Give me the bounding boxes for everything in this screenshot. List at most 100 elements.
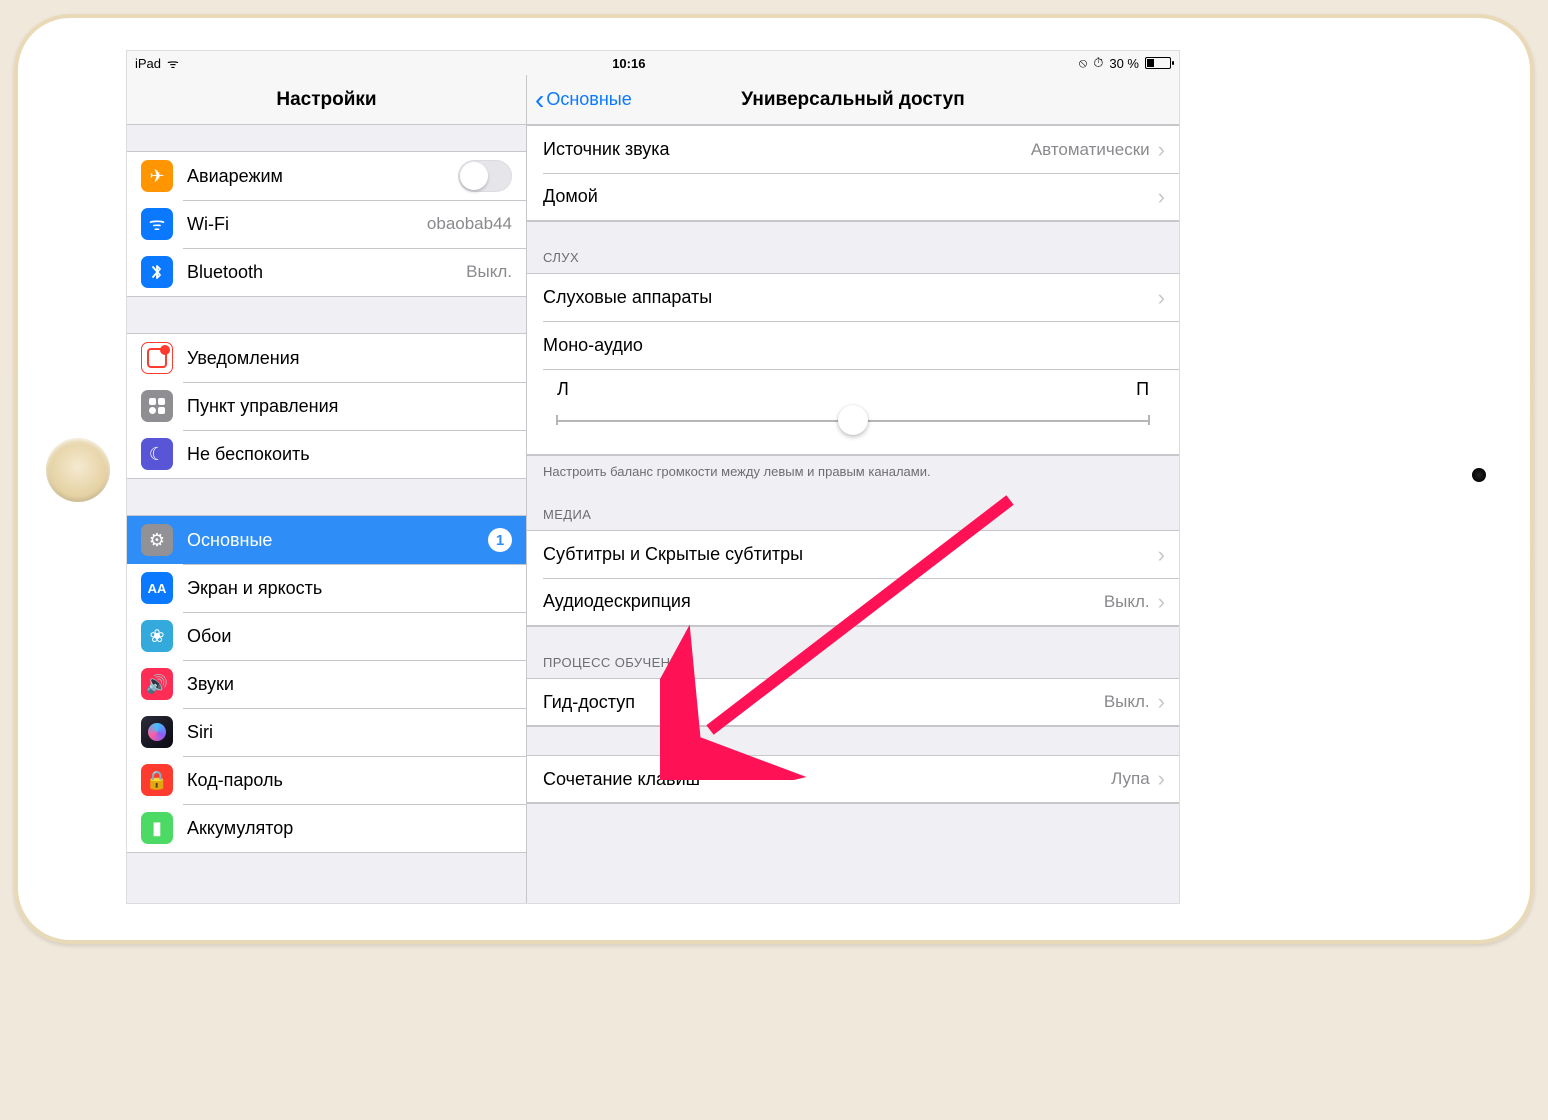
battery-icon: ▮ [141,812,173,844]
wallpaper-icon: ❀ [141,620,173,652]
passcode-icon: 🔒 [141,764,173,796]
sidebar-item-label: Авиарежим [187,166,458,187]
sidebar-item-label: Siri [187,722,512,743]
row-guided-access[interactable]: Гид-доступ Выкл. › [527,678,1179,726]
sidebar-item-код-пароль[interactable]: 🔒 Код-пароль [127,756,526,804]
airplane-icon: ✈ [141,160,173,192]
back-label: Основные [546,89,631,110]
row-value: Выкл. [1104,692,1150,712]
row-label: Аудиодескрипция [543,591,1104,612]
sidebar-item-label: Аккумулятор [187,818,512,839]
alarm-icon: ⏱ [1093,55,1103,71]
wifi-status-icon: ᯤ [167,54,179,72]
sidebar-item-пункт-управления[interactable]: Пункт управления [127,382,526,430]
status-time: 10:16 [179,56,1079,71]
ipad-frame: iPad ᯤ 10:16 ⦸ ⏱ 30 % Настройки ✈ Авиареж… [14,14,1534,944]
row-label: Сочетание клавиш [543,769,1111,790]
back-button[interactable]: ‹ Основные [527,86,632,114]
dnd-icon: ☾ [141,438,173,470]
sidebar-item-аккумулятор[interactable]: ▮ Аккумулятор [127,804,526,852]
row-subtitles[interactable]: Субтитры и Скрытые субтитры › [527,530,1179,578]
chevron-right-icon: › [1158,689,1165,715]
sidebar-item-label: Основные [187,530,488,551]
sidebar-item-label: Код-пароль [187,770,512,791]
toggle-switch[interactable] [458,160,512,192]
bluetooth-icon [141,256,173,288]
sidebar-item-не-беспокоить[interactable]: ☾ Не беспокоить [127,430,526,478]
status-bar: iPad ᯤ 10:16 ⦸ ⏱ 30 % [127,51,1179,75]
update-badge: 1 [488,528,512,552]
row-label: Слуховые аппараты [543,287,1150,308]
sidebar-item-авиарежим[interactable]: ✈ Авиарежим [127,152,526,200]
section-footer-hearing: Настроить баланс громкости между левым и… [527,456,1179,479]
notifications-icon [141,342,173,374]
balance-slider[interactable] [557,406,1149,434]
row-value: Автоматически [1031,140,1150,160]
chevron-right-icon: › [1158,589,1165,615]
sidebar-item-label: Экран и яркость [187,578,512,599]
section-header-learning: ПРОЦЕСС ОБУЧЕНИЯ [527,627,1179,678]
sidebar-item-label: Звуки [187,674,512,695]
sidebar-item-siri[interactable]: Siri [127,708,526,756]
chevron-right-icon: › [1158,137,1165,163]
sidebar-title: Настройки [127,75,526,125]
device-label: iPad [135,56,161,71]
orientation-lock-icon: ⦸ [1079,55,1087,71]
sidebar-item-label: Bluetooth [187,262,466,283]
balance-right-label: П [1136,379,1149,400]
sidebar-item-label: Пункт управления [187,396,512,417]
sidebar-item-экран-и-яркость[interactable]: AA Экран и яркость [127,564,526,612]
screen: iPad ᯤ 10:16 ⦸ ⏱ 30 % Настройки ✈ Авиареж… [126,50,1180,904]
chevron-right-icon: › [1158,766,1165,792]
detail-header: ‹ Основные Универсальный доступ [527,75,1179,125]
section-header-hearing: СЛУХ [527,222,1179,273]
balance-left-label: Л [557,379,569,400]
sidebar-item-label: Wi-Fi [187,214,427,235]
sidebar-scroll[interactable]: ✈ Авиарежим ᯤ Wi-Fiobaobab44 BluetoothВыкл. У… [127,125,526,903]
sounds-icon: 🔊 [141,668,173,700]
gear-icon: ⚙ [141,524,173,556]
row-label: Моно-аудио [543,335,1165,356]
sidebar-item-bluetooth[interactable]: BluetoothВыкл. [127,248,526,296]
wifi-icon: ᯤ [141,208,173,240]
row-value: Лупа [1111,769,1150,789]
row-label: Домой [543,186,1150,207]
front-camera [1472,468,1486,482]
row-shortcut[interactable]: Сочетание клавиш Лупа › [527,755,1179,803]
detail-scroll[interactable]: Источник звука Автоматически › Домой › С… [527,125,1179,903]
battery-icon [1145,57,1171,69]
row-home[interactable]: Домой › [527,173,1179,221]
home-button[interactable] [46,438,110,502]
row-mono-audio[interactable]: Моно-аудио [527,321,1179,369]
detail-pane: ‹ Основные Универсальный доступ Источник… [527,75,1179,903]
sidebar-item-основные[interactable]: ⚙ Основные1 [127,516,526,564]
slider-thumb[interactable] [838,405,868,435]
sidebar-item-обои[interactable]: ❀ Обои [127,612,526,660]
section-header-media: МЕДИА [527,479,1179,530]
settings-sidebar: Настройки ✈ Авиарежим ᯤ Wi-Fiobaobab44 Bluet… [127,75,527,903]
row-audio-description[interactable]: Аудиодескрипция Выкл. › [527,578,1179,626]
chevron-right-icon: › [1158,285,1165,311]
brightness-icon: AA [141,572,173,604]
chevron-right-icon: › [1158,184,1165,210]
sidebar-item-label: Обои [187,626,512,647]
ipad-bezel: iPad ᯤ 10:16 ⦸ ⏱ 30 % Настройки ✈ Авиареж… [18,18,1530,940]
row-label: Субтитры и Скрытые субтитры [543,544,1150,565]
sidebar-item-label: Уведомления [187,348,512,369]
row-label: Гид-доступ [543,692,1104,713]
sidebar-item-label: Не беспокоить [187,444,512,465]
sidebar-item-звуки[interactable]: 🔊 Звуки [127,660,526,708]
sidebar-item-wi-fi[interactable]: ᯤ Wi-Fiobaobab44 [127,200,526,248]
chevron-left-icon: ‹ [535,86,544,114]
sidebar-item-уведомления[interactable]: Уведомления [127,334,526,382]
battery-percentage: 30 % [1109,56,1139,71]
row-value: Выкл. [1104,592,1150,612]
row-label: Источник звука [543,139,1031,160]
chevron-right-icon: › [1158,542,1165,568]
sidebar-item-value: Выкл. [466,262,512,282]
row-balance-slider[interactable]: Л П [527,369,1179,455]
sidebar-item-value: obaobab44 [427,214,512,234]
row-hearing-aids[interactable]: Слуховые аппараты › [527,273,1179,321]
control-center-icon [141,390,173,422]
row-audio-source[interactable]: Источник звука Автоматически › [527,125,1179,173]
